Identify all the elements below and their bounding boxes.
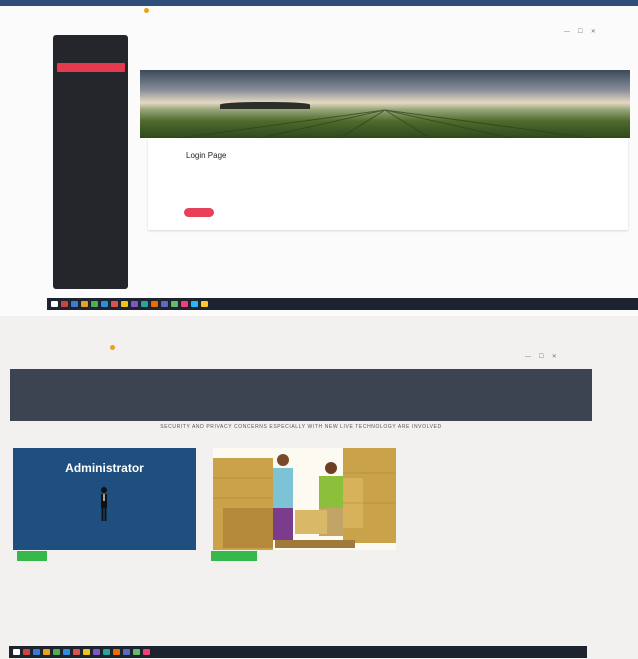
farmers-trading-illustration bbox=[213, 448, 396, 550]
field-rows-graphic bbox=[179, 109, 591, 138]
app-icon[interactable] bbox=[91, 301, 98, 307]
app-icon[interactable] bbox=[191, 301, 198, 307]
app-icon[interactable] bbox=[33, 649, 40, 655]
app-icon[interactable] bbox=[143, 649, 150, 655]
farmer-login-button[interactable] bbox=[211, 551, 257, 561]
sidebar-item-label bbox=[57, 72, 65, 77]
chrome-icon[interactable] bbox=[121, 301, 128, 307]
folder-icon[interactable] bbox=[81, 301, 88, 307]
tab-favicon-icon bbox=[110, 345, 115, 351]
app-icon[interactable] bbox=[71, 301, 78, 307]
app-icon[interactable] bbox=[123, 649, 130, 655]
app-icon[interactable] bbox=[133, 649, 140, 655]
app-icon[interactable] bbox=[61, 301, 68, 307]
chrome-icon[interactable] bbox=[83, 649, 90, 655]
app-icon[interactable] bbox=[161, 301, 168, 307]
app-icon[interactable] bbox=[131, 301, 138, 307]
browser-tab-bar-2: — ☐ ✕ bbox=[10, 341, 590, 360]
app-icon[interactable] bbox=[23, 649, 30, 655]
tagline-text: SECURITY AND PRIVACY CONCERNS ESPECIALLY… bbox=[160, 424, 442, 430]
tab-favicon-icon bbox=[144, 8, 149, 14]
app-icon[interactable] bbox=[201, 301, 208, 307]
businessman-figure-icon bbox=[101, 487, 107, 521]
app-icon[interactable] bbox=[73, 649, 80, 655]
folder-icon[interactable] bbox=[43, 649, 50, 655]
sidebar-item-active[interactable] bbox=[57, 63, 125, 72]
app-icon[interactable] bbox=[111, 301, 118, 307]
windows-taskbar-2 bbox=[9, 646, 587, 658]
start-icon[interactable] bbox=[13, 649, 20, 655]
app-icon[interactable] bbox=[151, 301, 158, 307]
browser-tab[interactable] bbox=[144, 8, 151, 17]
administrator-card[interactable]: Administrator bbox=[13, 448, 196, 550]
app-icon[interactable] bbox=[171, 301, 178, 307]
sidebar bbox=[53, 35, 128, 289]
window-controls[interactable]: — ☐ ✕ bbox=[525, 353, 560, 360]
taskbar-app-icons bbox=[13, 649, 150, 655]
app-icon[interactable] bbox=[53, 649, 60, 655]
farmer-card[interactable] bbox=[213, 448, 396, 550]
taskbar-app-icons bbox=[51, 301, 208, 307]
home-hero-banner bbox=[10, 369, 592, 421]
windows-taskbar bbox=[47, 298, 638, 310]
app-icon[interactable] bbox=[113, 649, 120, 655]
app-icon[interactable] bbox=[93, 649, 100, 655]
farm-field-banner-image bbox=[140, 70, 630, 138]
browser-icon[interactable] bbox=[101, 301, 108, 307]
admin-login-button[interactable] bbox=[17, 551, 47, 561]
app-icon[interactable] bbox=[103, 649, 110, 655]
browser-tab-bar: — ☐ ✕ bbox=[52, 4, 612, 35]
page-title: Login Page bbox=[186, 151, 227, 160]
browser-icon[interactable] bbox=[63, 649, 70, 655]
app-icon[interactable] bbox=[181, 301, 188, 307]
app-icon[interactable] bbox=[141, 301, 148, 307]
browser-tab[interactable] bbox=[110, 345, 117, 354]
window-controls[interactable]: — ☐ ✕ bbox=[564, 28, 599, 35]
start-icon[interactable] bbox=[51, 301, 58, 307]
login-card: Login Page bbox=[148, 138, 628, 230]
administrator-heading: Administrator bbox=[65, 461, 144, 475]
login-button[interactable] bbox=[184, 208, 214, 217]
